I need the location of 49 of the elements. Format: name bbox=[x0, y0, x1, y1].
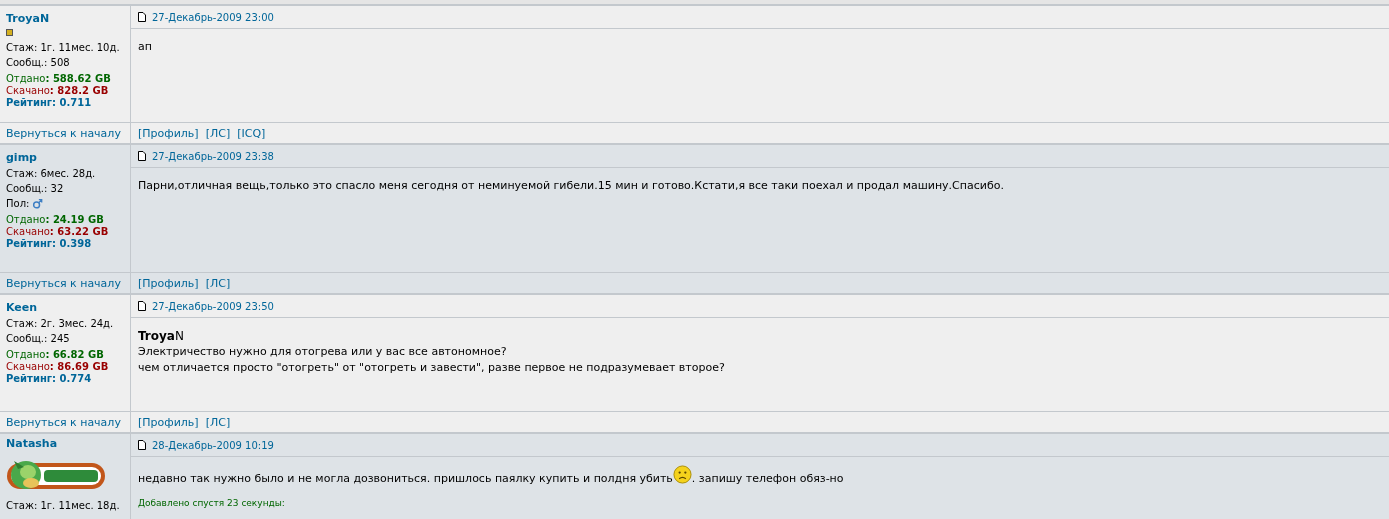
post-icon bbox=[138, 12, 146, 22]
post-date: 27-Декабрь-2009 23:50 bbox=[152, 300, 274, 312]
profile-link[interactable]: [ЛС] bbox=[205, 277, 231, 290]
post-text: недавно так нужно было и не могла дозвониться. пришлось паялку купить и полдня убить bbox=[138, 470, 673, 487]
post-text: чем отличается просто "отогреть" от "отогреть и завести", разве первое не подразумевает второе? bbox=[138, 360, 726, 376]
user-stat: Сообщ.: 508 bbox=[6, 56, 70, 70]
profile-link[interactable]: [ЛС] bbox=[205, 416, 231, 429]
user-stat: Рейтинг: 0.711 bbox=[6, 97, 92, 109]
user-stat: Сообщ.: 245 bbox=[6, 332, 70, 346]
user-stat: Стаж: 2г. 3мес. 24д. bbox=[6, 317, 114, 331]
back-to-top-link[interactable]: Вернуться к началу bbox=[6, 127, 121, 140]
profile-link[interactable]: [Профиль] bbox=[138, 277, 199, 290]
post-icon bbox=[138, 301, 146, 311]
profile-link[interactable]: [Профиль] bbox=[138, 416, 199, 429]
user-stat: Скачано: 63.22 GB bbox=[6, 226, 109, 238]
user-stat: Стаж: 1г. 11мес. 10д. bbox=[6, 41, 120, 55]
post-text: ап bbox=[138, 39, 153, 55]
user-stat: Рейтинг: 0.774 bbox=[6, 373, 92, 385]
author-name[interactable]: Natasha bbox=[6, 438, 58, 450]
user-stat: Отдано: 588.62 GB bbox=[6, 73, 111, 85]
user-stat: Стаж: 1г. 11мес. 18д. bbox=[6, 499, 120, 513]
author-name[interactable]: Keen bbox=[6, 302, 38, 314]
post-icon bbox=[138, 440, 146, 450]
post-icon bbox=[138, 151, 146, 161]
profile-link[interactable]: [ЛС] bbox=[205, 127, 231, 140]
post-date: 27-Декабрь-2009 23:38 bbox=[152, 150, 274, 162]
gender-label: Пол: bbox=[6, 197, 30, 211]
author-name[interactable]: gimp bbox=[6, 152, 37, 164]
post-text: . запишу телефон обяз-но bbox=[691, 470, 844, 487]
post-text: Парни,отличная вещь,только это спасло меня сегодня от неминуемой гибели.15 мин и готово.Кстати,я все таки поехал и продал машину.Спасибо. bbox=[138, 178, 1005, 194]
author-name[interactable]: TroyaN bbox=[6, 13, 50, 25]
user-stat: Отдано: 24.19 GB bbox=[6, 214, 104, 226]
user-stat: Рейтинг: 0.398 bbox=[6, 238, 92, 250]
user-stat: Скачано: 828.2 GB bbox=[6, 85, 109, 97]
user-stat: Скачано: 86.69 GB bbox=[6, 361, 109, 373]
user-stat: Отдано: 66.82 GB bbox=[6, 349, 104, 361]
user-stat: Стаж: 6мес. 28д. bbox=[6, 167, 96, 181]
back-to-top-link[interactable]: Вернуться к началу bbox=[6, 277, 121, 290]
quoted-author: TroyaN bbox=[138, 328, 185, 344]
male-symbol-icon bbox=[32, 198, 44, 209]
profile-link[interactable]: [ICQ] bbox=[237, 127, 266, 140]
post-date: 27-Декабрь-2009 23:00 bbox=[152, 11, 274, 23]
sad-face-icon bbox=[672, 465, 692, 484]
post-text: Электричество нужно для отогрева или у вас все автономное? bbox=[138, 344, 508, 360]
added-note: Добавлено спустя 23 секунды: bbox=[138, 498, 286, 508]
back-to-top-link[interactable]: Вернуться к началу bbox=[6, 416, 121, 429]
post-date: 28-Декабрь-2009 10:19 bbox=[152, 439, 274, 451]
user-stat: Сообщ.: 32 bbox=[6, 182, 64, 196]
profile-link[interactable]: [Профиль] bbox=[138, 127, 199, 140]
